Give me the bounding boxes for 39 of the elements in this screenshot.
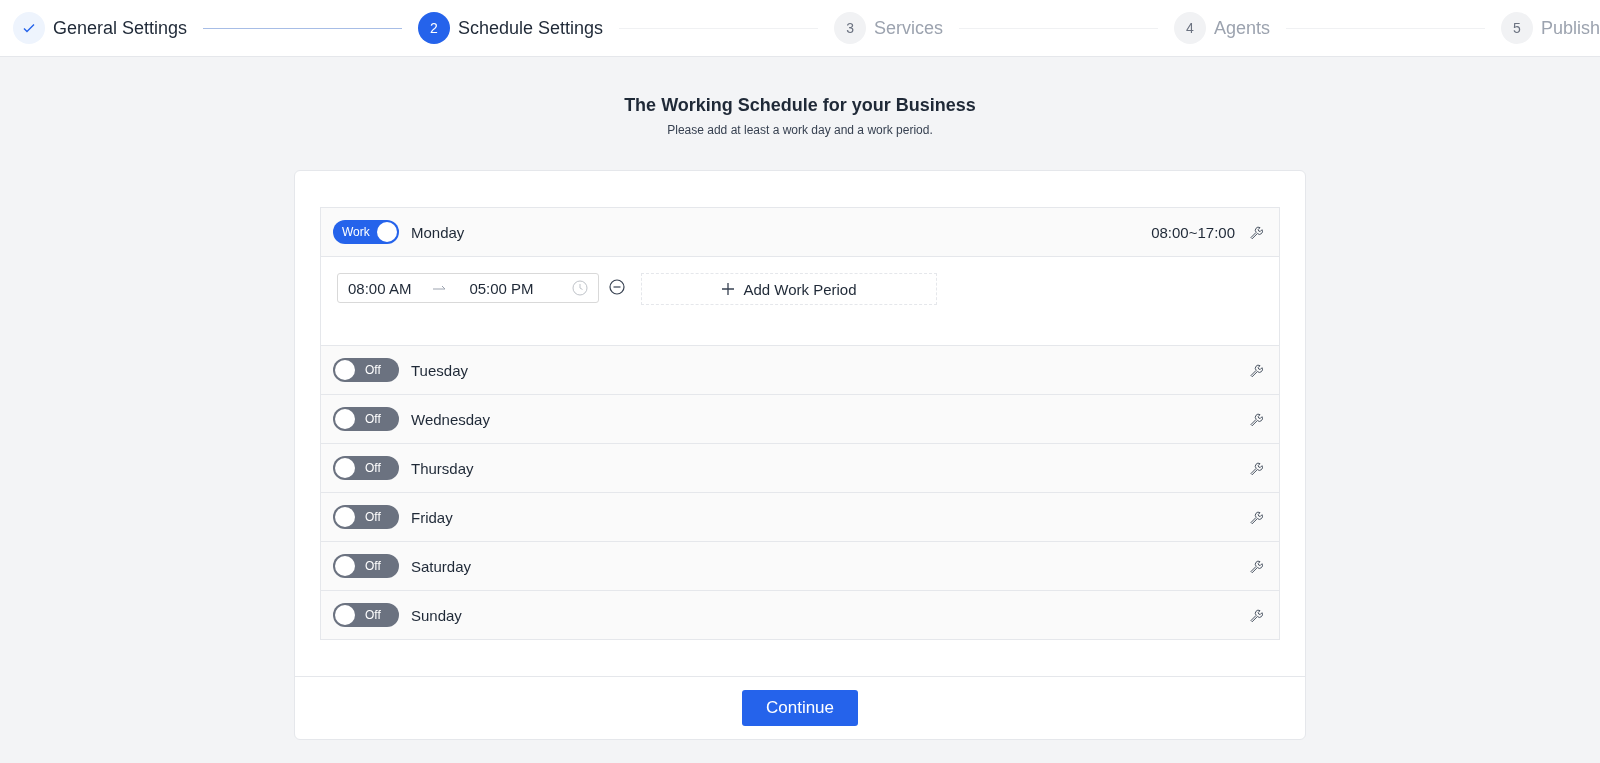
clock-icon: [572, 280, 588, 296]
day-name: Saturday: [411, 557, 472, 575]
step-label[interactable]: Agents: [1214, 17, 1271, 39]
continue-button[interactable]: Continue: [742, 690, 858, 726]
wrench-icon[interactable]: [1249, 363, 1263, 377]
step-number: 5: [1500, 12, 1533, 44]
day-name: Tuesday: [411, 361, 468, 379]
time-range-field[interactable]: 08:00 AM 05:00 PM: [337, 273, 599, 303]
step-number: 4: [1174, 12, 1206, 44]
step-label[interactable]: Publish: [1540, 17, 1600, 39]
page-subtitle: Please add at least a work day and a work period.: [666, 123, 934, 137]
work-toggle[interactable]: Off: [333, 603, 399, 627]
wrench-icon[interactable]: [1249, 461, 1263, 475]
step-label[interactable]: General Settings: [53, 17, 188, 39]
remove-icon[interactable]: [609, 279, 625, 295]
step-label[interactable]: Schedule Settings: [458, 17, 604, 39]
wrench-icon[interactable]: [1249, 510, 1263, 524]
wrench-icon[interactable]: [1249, 412, 1263, 426]
wrench-icon[interactable]: [1249, 559, 1263, 573]
step-number: 3: [834, 12, 867, 44]
step-label[interactable]: Services: [874, 17, 944, 39]
work-toggle[interactable]: Off: [333, 358, 399, 382]
work-toggle[interactable]: Off: [333, 456, 399, 480]
work-toggle[interactable]: Off: [333, 554, 399, 578]
day-name: Monday: [411, 223, 465, 241]
wrench-icon[interactable]: [1249, 225, 1263, 239]
day-name: Thursday: [411, 459, 474, 477]
hours-summary: 08:00~17:00: [1151, 223, 1235, 241]
day-name: Sunday: [411, 606, 462, 624]
work-toggle[interactable]: Work: [333, 220, 399, 244]
work-toggle[interactable]: Off: [333, 505, 399, 529]
add-work-period-button[interactable]: Add Work Period: [641, 273, 937, 305]
plus-icon: [721, 282, 736, 296]
work-toggle[interactable]: Off: [333, 407, 399, 431]
step-number: 2: [418, 12, 450, 44]
wrench-icon[interactable]: [1249, 608, 1263, 622]
day-name: Wednesday: [411, 410, 490, 428]
page-title: The Working Schedule for your Business: [623, 95, 977, 116]
day-name: Friday: [411, 508, 453, 526]
